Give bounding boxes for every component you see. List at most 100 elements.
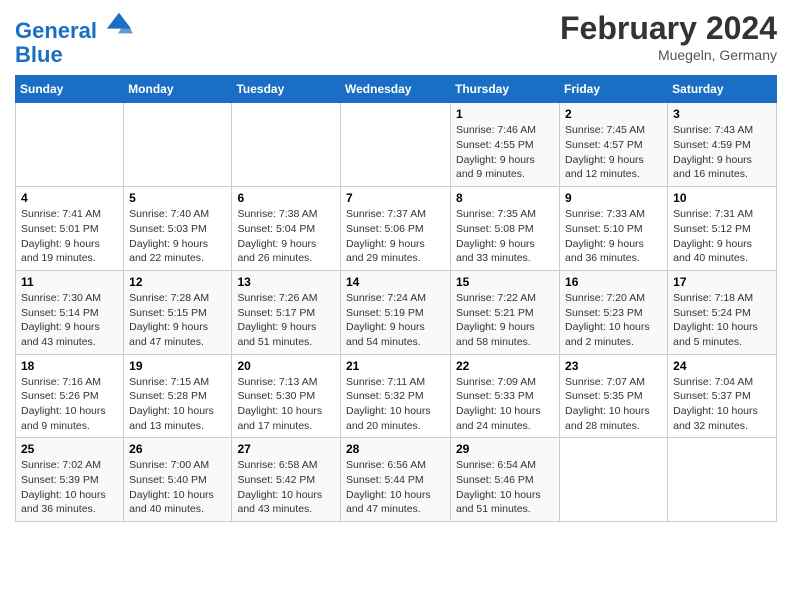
day-number: 1 (456, 107, 554, 121)
calendar-cell: 2Sunrise: 7:45 AM Sunset: 4:57 PM Daylig… (560, 103, 668, 187)
day-number: 10 (673, 191, 771, 205)
day-info: Sunrise: 7:31 AM Sunset: 5:12 PM Dayligh… (673, 207, 771, 266)
day-info: Sunrise: 7:18 AM Sunset: 5:24 PM Dayligh… (673, 291, 771, 350)
day-number: 15 (456, 275, 554, 289)
day-info: Sunrise: 7:00 AM Sunset: 5:40 PM Dayligh… (129, 458, 226, 517)
calendar-cell: 7Sunrise: 7:37 AM Sunset: 5:06 PM Daylig… (341, 187, 451, 271)
calendar-cell: 17 Sunrise: 7:18 AM Sunset: 5:24 PM Dayli… (668, 270, 777, 354)
calendar-cell (341, 103, 451, 187)
calendar-cell: 25 Sunrise: 7:02 AM Sunset: 5:39 PM Dayli… (16, 438, 124, 522)
day-number: 24 (673, 359, 771, 373)
calendar-cell (560, 438, 668, 522)
calendar-cell: 18 Sunrise: 7:16 AM Sunset: 5:26 PM Dayli… (16, 354, 124, 438)
week-row-5: 25 Sunrise: 7:02 AM Sunset: 5:39 PM Dayli… (16, 438, 777, 522)
location: Muegeln, Germany (560, 47, 777, 63)
day-number: 17 (673, 275, 771, 289)
day-info: Sunrise: 7:30 AM Sunset: 5:14 PM Dayligh… (21, 291, 118, 350)
day-number: 2 (565, 107, 662, 121)
day-info: Sunrise: 7:24 AM Sunset: 5:19 PM Dayligh… (346, 291, 445, 350)
calendar-cell: 14 Sunrise: 7:24 AM Sunset: 5:19 PM Dayli… (341, 270, 451, 354)
calendar-cell: 27 Sunrise: 6:58 AM Sunset: 5:42 PM Dayli… (232, 438, 341, 522)
day-info: Sunrise: 7:22 AM Sunset: 5:21 PM Dayligh… (456, 291, 554, 350)
calendar-cell: 16 Sunrise: 7:20 AM Sunset: 5:23 PM Dayli… (560, 270, 668, 354)
day-number: 21 (346, 359, 445, 373)
day-header-wednesday: Wednesday (341, 76, 451, 103)
day-number: 26 (129, 442, 226, 456)
week-row-1: 1 Sunrise: 7:46 AM Sunset: 4:55 PM Daylig… (16, 103, 777, 187)
calendar-cell: 20 Sunrise: 7:13 AM Sunset: 5:30 PM Dayli… (232, 354, 341, 438)
day-header-saturday: Saturday (668, 76, 777, 103)
day-number: 19 (129, 359, 226, 373)
day-info: Sunrise: 7:02 AM Sunset: 5:39 PM Dayligh… (21, 458, 118, 517)
calendar-cell: 12 Sunrise: 7:28 AM Sunset: 5:15 PM Dayli… (124, 270, 232, 354)
calendar-cell: 19 Sunrise: 7:15 AM Sunset: 5:28 PM Dayli… (124, 354, 232, 438)
month-title: February 2024 (560, 10, 777, 47)
calendar-cell (16, 103, 124, 187)
calendar-cell: 24 Sunrise: 7:04 AM Sunset: 5:37 PM Dayli… (668, 354, 777, 438)
calendar-cell: 15 Sunrise: 7:22 AM Sunset: 5:21 PM Dayli… (451, 270, 560, 354)
day-number: 27 (237, 442, 335, 456)
day-info: Sunrise: 7:04 AM Sunset: 5:37 PM Dayligh… (673, 375, 771, 434)
calendar-cell: 21 Sunrise: 7:11 AM Sunset: 5:32 PM Dayli… (341, 354, 451, 438)
logo-text-blue: Blue (15, 43, 133, 67)
day-number: 20 (237, 359, 335, 373)
page-header: General Blue February 2024 Muegeln, Germ… (15, 10, 777, 67)
day-number: 5 (129, 191, 226, 205)
day-header-tuesday: Tuesday (232, 76, 341, 103)
calendar-cell: 28 Sunrise: 6:56 AM Sunset: 5:44 PM Dayli… (341, 438, 451, 522)
week-row-4: 18 Sunrise: 7:16 AM Sunset: 5:26 PM Dayli… (16, 354, 777, 438)
day-info: Sunrise: 7:13 AM Sunset: 5:30 PM Dayligh… (237, 375, 335, 434)
day-number: 28 (346, 442, 445, 456)
day-number: 9 (565, 191, 662, 205)
day-info: Sunrise: 7:11 AM Sunset: 5:32 PM Dayligh… (346, 375, 445, 434)
day-info: Sunrise: 7:20 AM Sunset: 5:23 PM Dayligh… (565, 291, 662, 350)
day-number: 25 (21, 442, 118, 456)
day-header-monday: Monday (124, 76, 232, 103)
calendar-cell: 11 Sunrise: 7:30 AM Sunset: 5:14 PM Dayli… (16, 270, 124, 354)
calendar-cell (232, 103, 341, 187)
day-number: 3 (673, 107, 771, 121)
day-info: Sunrise: 7:28 AM Sunset: 5:15 PM Dayligh… (129, 291, 226, 350)
day-number: 16 (565, 275, 662, 289)
day-info: Sunrise: 7:33 AM Sunset: 5:10 PM Dayligh… (565, 207, 662, 266)
day-info: Sunrise: 6:54 AM Sunset: 5:46 PM Dayligh… (456, 458, 554, 517)
logo-text: General (15, 10, 133, 43)
calendar-cell: 23 Sunrise: 7:07 AM Sunset: 5:35 PM Dayli… (560, 354, 668, 438)
day-info: Sunrise: 7:41 AM Sunset: 5:01 PM Dayligh… (21, 207, 118, 266)
day-info: Sunrise: 7:38 AM Sunset: 5:04 PM Dayligh… (237, 207, 335, 266)
calendar-cell: 10 Sunrise: 7:31 AM Sunset: 5:12 PM Dayli… (668, 187, 777, 271)
day-info: Sunrise: 7:46 AM Sunset: 4:55 PM Dayligh… (456, 123, 554, 182)
day-number: 13 (237, 275, 335, 289)
day-info: Sunrise: 7:16 AM Sunset: 5:26 PM Dayligh… (21, 375, 118, 434)
calendar-cell: 4 Sunrise: 7:41 AM Sunset: 5:01 PM Daylig… (16, 187, 124, 271)
day-number: 12 (129, 275, 226, 289)
week-row-3: 11 Sunrise: 7:30 AM Sunset: 5:14 PM Dayli… (16, 270, 777, 354)
day-info: Sunrise: 7:37 AM Sunset: 5:06 PM Dayligh… (346, 207, 445, 266)
day-info: Sunrise: 7:15 AM Sunset: 5:28 PM Dayligh… (129, 375, 226, 434)
day-number: 11 (21, 275, 118, 289)
logo-icon (105, 10, 133, 38)
calendar-cell: 5 Sunrise: 7:40 AM Sunset: 5:03 PM Daylig… (124, 187, 232, 271)
day-number: 18 (21, 359, 118, 373)
day-info: Sunrise: 7:09 AM Sunset: 5:33 PM Dayligh… (456, 375, 554, 434)
calendar-cell: 26 Sunrise: 7:00 AM Sunset: 5:40 PM Dayli… (124, 438, 232, 522)
day-info: Sunrise: 7:35 AM Sunset: 5:08 PM Dayligh… (456, 207, 554, 266)
calendar-cell: 3 Sunrise: 7:43 AM Sunset: 4:59 PM Daylig… (668, 103, 777, 187)
day-header-friday: Friday (560, 76, 668, 103)
day-info: Sunrise: 7:40 AM Sunset: 5:03 PM Dayligh… (129, 207, 226, 266)
calendar-cell (124, 103, 232, 187)
week-row-2: 4 Sunrise: 7:41 AM Sunset: 5:01 PM Daylig… (16, 187, 777, 271)
day-number: 14 (346, 275, 445, 289)
logo: General Blue (15, 10, 133, 67)
day-info: Sunrise: 6:58 AM Sunset: 5:42 PM Dayligh… (237, 458, 335, 517)
day-number: 4 (21, 191, 118, 205)
calendar-cell: 9 Sunrise: 7:33 AM Sunset: 5:10 PM Daylig… (560, 187, 668, 271)
calendar-cell: 1 Sunrise: 7:46 AM Sunset: 4:55 PM Daylig… (451, 103, 560, 187)
day-number: 6 (237, 191, 335, 205)
day-info: Sunrise: 7:07 AM Sunset: 5:35 PM Dayligh… (565, 375, 662, 434)
calendar-table: SundayMondayTuesdayWednesdayThursdayFrid… (15, 75, 777, 522)
day-info: Sunrise: 6:56 AM Sunset: 5:44 PM Dayligh… (346, 458, 445, 517)
day-number: 23 (565, 359, 662, 373)
title-area: February 2024 Muegeln, Germany (560, 10, 777, 63)
day-info: Sunrise: 7:43 AM Sunset: 4:59 PM Dayligh… (673, 123, 771, 182)
